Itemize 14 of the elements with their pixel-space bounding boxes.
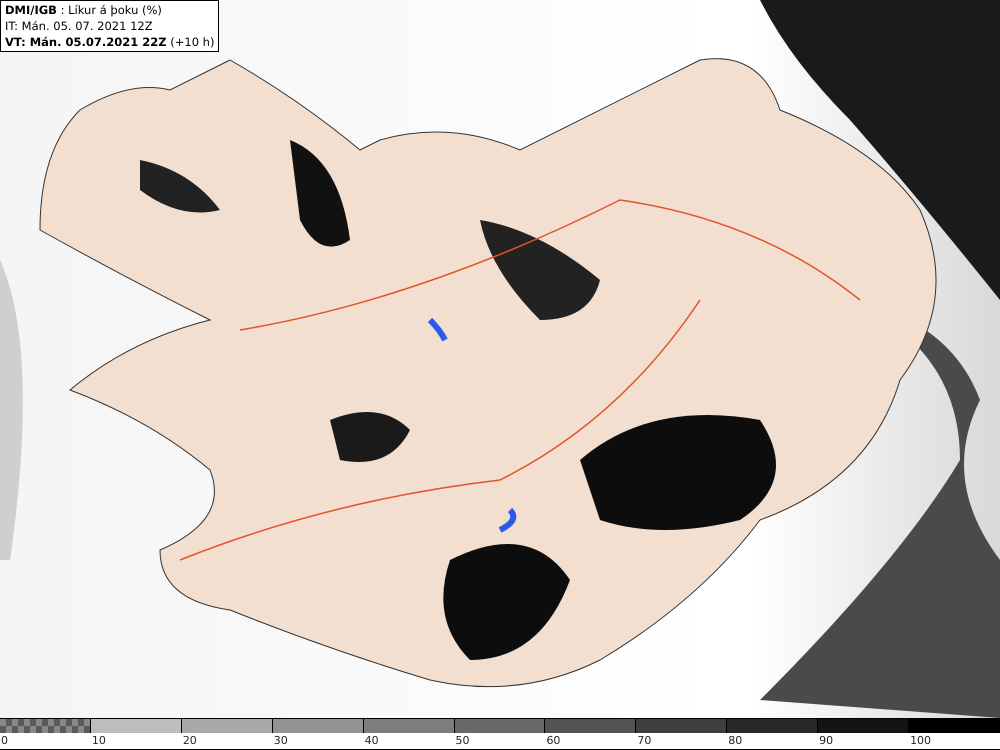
header-line: IT: Mán. 05. 07. 2021 12Z [5,18,154,34]
legend-label: 0 [0,733,9,749]
legend-label: 90 [818,733,834,749]
header-line: DMI/IGB : Líkur á þoku (%) [5,2,163,18]
legend-label: 20 [182,733,198,749]
legend-label: 50 [454,733,471,749]
legend-label: 40 [364,733,380,749]
legend-label: 10 [90,733,107,749]
legend-label: 70 [636,733,652,749]
header-line: VT: Mán. 05.07.2021 22Z (+10 h) [5,34,214,50]
legend-label: 30 [272,733,289,749]
legend-label: 100 [909,733,932,749]
legend-label: 60 [545,733,562,749]
legend-label: 80 [727,733,744,749]
